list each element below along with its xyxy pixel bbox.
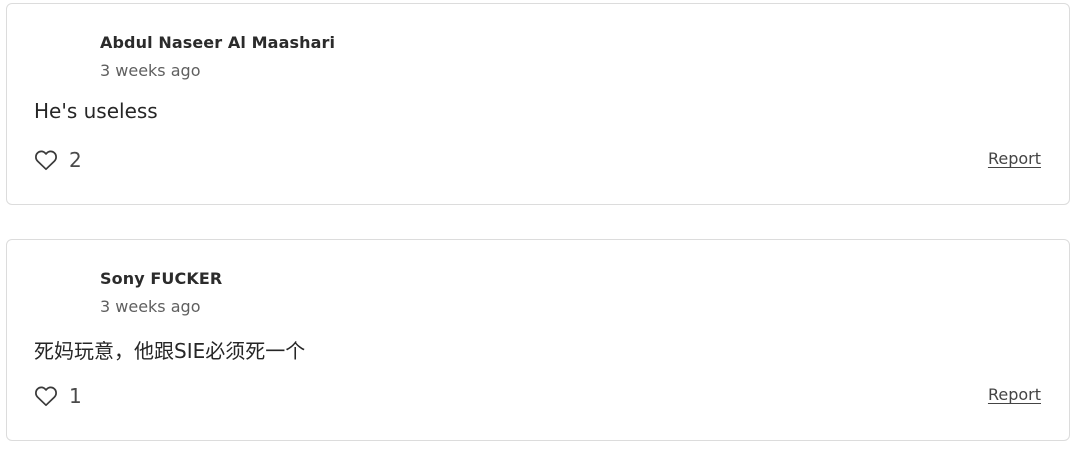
review-timestamp: 3 weeks ago bbox=[100, 61, 201, 80]
like-count: 2 bbox=[69, 148, 82, 172]
review-card: Sony FUCKER 3 weeks ago 死妈玩意，他跟SIE必须死一个 … bbox=[6, 239, 1070, 441]
review-card: Abdul Naseer Al Maashari 3 weeks ago He'… bbox=[6, 3, 1070, 205]
review-text: 死妈玩意，他跟SIE必须死一个 bbox=[34, 339, 306, 363]
author-name: Sony FUCKER bbox=[100, 269, 223, 288]
report-link[interactable]: Report bbox=[988, 385, 1041, 404]
like-button[interactable]: 1 bbox=[34, 383, 82, 409]
heart-icon bbox=[34, 149, 58, 171]
review-timestamp: 3 weeks ago bbox=[100, 297, 201, 316]
report-link[interactable]: Report bbox=[988, 149, 1041, 168]
like-count: 1 bbox=[69, 384, 82, 408]
like-button[interactable]: 2 bbox=[34, 147, 82, 173]
author-name: Abdul Naseer Al Maashari bbox=[100, 33, 336, 52]
review-text: He's useless bbox=[34, 99, 158, 123]
heart-icon bbox=[34, 385, 58, 407]
